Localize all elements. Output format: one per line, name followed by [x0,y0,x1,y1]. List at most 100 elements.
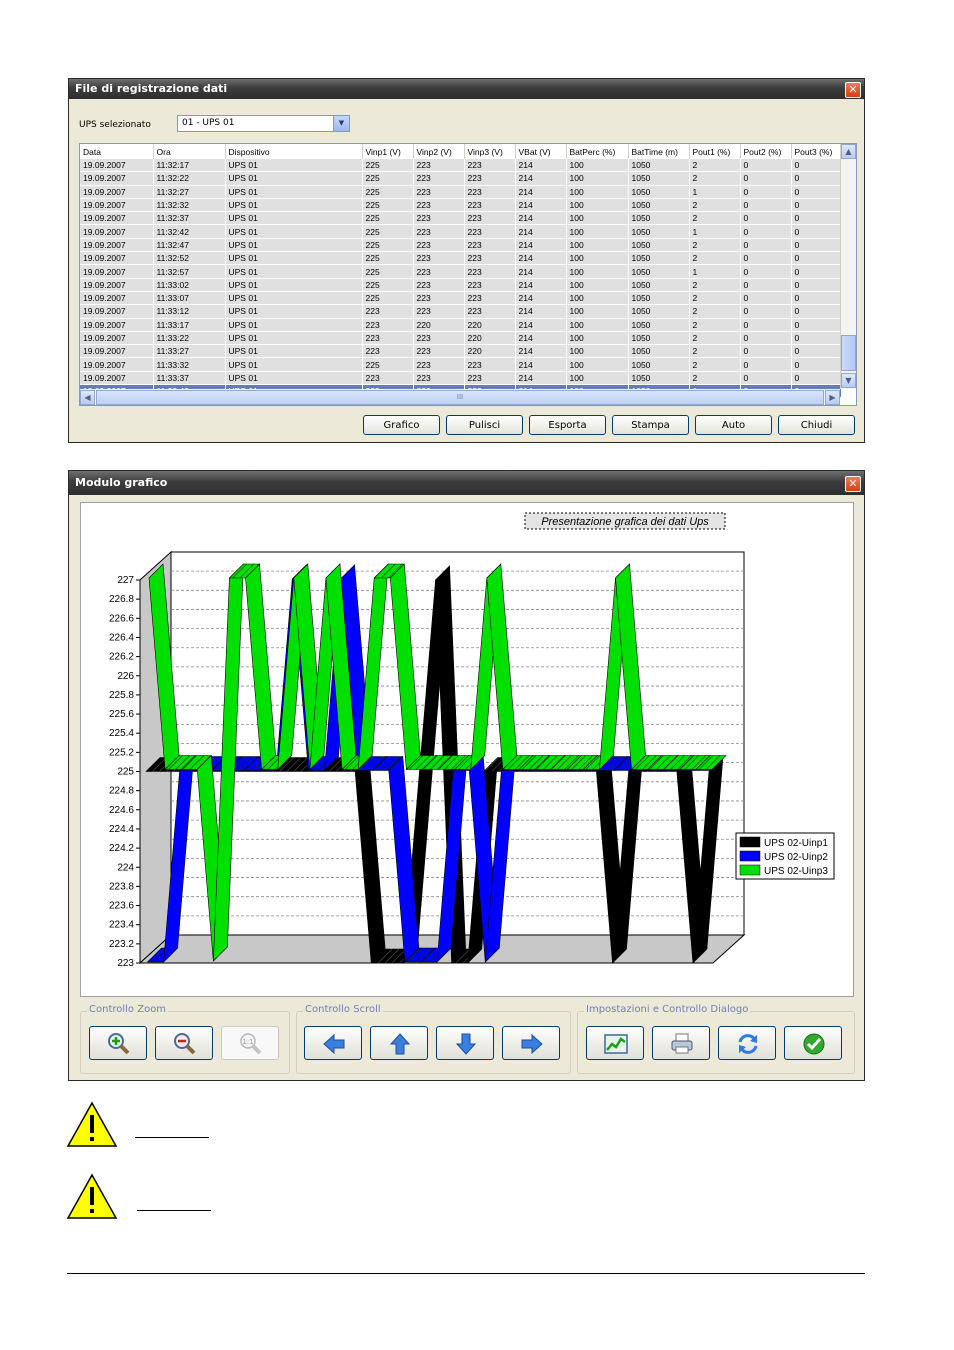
table-cell: 19.09.2007 [80,171,154,186]
chart-settings-button[interactable] [586,1026,644,1060]
auto-button[interactable]: Auto [695,415,772,435]
column-header[interactable]: Data [80,144,154,159]
table-cell: 225 [362,251,414,266]
table-cell: 223 [413,264,465,279]
table-cell: 1 [689,185,741,199]
column-header[interactable]: Pout1 (%) [689,144,741,159]
scroll-thumb[interactable] [841,335,856,371]
column-header[interactable]: Vinp3 (V) [464,144,516,159]
stampa-button[interactable]: Stampa [612,415,689,435]
zoom-in-button[interactable] [89,1026,147,1060]
scroll-up-button[interactable] [370,1026,428,1060]
table-row[interactable]: 19.09.2007 11:32:57 UPS 01 225 223 223 214 100 1… [80,264,842,279]
grafico-button[interactable]: Grafico [363,415,440,435]
chevron-down-icon[interactable]: ▼ [333,116,349,131]
column-header[interactable]: Dispositivo [225,144,363,159]
scroll-left-button[interactable] [304,1026,362,1060]
legend-label: UPS 02-Uinp3 [764,866,828,877]
column-header[interactable]: Pout2 (%) [740,144,792,159]
horizontal-scrollbar[interactable]: ◀ III ▶ [80,389,840,405]
table-cell: 214 [515,264,567,279]
table-cell: 0 [791,171,842,186]
scroll-left-icon[interactable]: ◀ [80,390,95,405]
table-cell: UPS 01 [225,251,363,266]
column-header[interactable]: VBat (V) [515,144,567,159]
table-row[interactable]: 19.09.2007 11:32:22 UPS 01 225 223 223 214 100 1… [80,171,842,186]
pulisci-button[interactable]: Pulisci [446,415,523,435]
table-cell: 11:33:37 [153,371,226,386]
table-cell: 2 [689,291,741,306]
log-window-title: File di registrazione dati [75,82,228,95]
refresh-button[interactable] [718,1026,776,1060]
table-cell: 100 [566,159,629,173]
table-cell: 225 [362,357,414,372]
scroll-right-icon[interactable]: ▶ [825,390,840,405]
zoom-reset-button[interactable]: 1:1 [221,1026,279,1060]
table-cell: 19.09.2007 [80,344,154,359]
scroll-right-button[interactable] [502,1026,560,1060]
vertical-scrollbar[interactable]: ▲ ▼ [840,144,856,389]
column-header[interactable]: Pout3 (%) [791,144,842,159]
scroll-down-icon[interactable]: ▼ [841,373,856,388]
chiudi-button[interactable]: Chiudi [778,415,855,435]
column-header[interactable]: BatPerc (%) [566,144,629,159]
table-row[interactable]: 19.09.2007 11:32:37 UPS 01 225 223 223 214 100 1… [80,211,842,226]
table-cell: 214 [515,357,567,372]
column-header[interactable]: BatTime (m) [628,144,690,159]
table-cell: 2 [689,331,741,346]
table-row[interactable]: 19.09.2007 11:33:12 UPS 01 223 223 223 214 100 1… [80,304,842,319]
table-row[interactable]: 19.09.2007 11:33:02 UPS 01 225 223 223 214 100 1… [80,278,842,292]
table-cell: 214 [515,344,567,359]
table-cell: 100 [566,344,629,359]
table-cell: 19.09.2007 [80,371,154,386]
table-row[interactable]: 19.09.2007 11:32:42 UPS 01 225 223 223 214 100 1… [80,224,842,239]
legend-label: UPS 02-Uinp2 [764,852,828,863]
table-cell: 223 [413,224,465,239]
table-cell: 100 [566,238,629,253]
y-tick-label: 223.2 [109,939,134,950]
zoom-out-button[interactable] [155,1026,213,1060]
table-row[interactable]: 19.09.2007 11:32:27 UPS 01 225 223 223 214 100 1… [80,185,842,199]
table-cell: UPS 01 [225,238,363,253]
table-cell: 223 [464,238,516,253]
table-cell: 0 [740,357,792,372]
log-window-titlebar[interactable]: File di registrazione dati ✕ [69,79,864,99]
ups-select[interactable]: 01 - UPS 01 ▼ [177,115,350,132]
scroll-down-button[interactable] [436,1026,494,1060]
close-icon[interactable]: ✕ [845,476,861,492]
table-row[interactable]: 19.09.2007 11:32:52 UPS 01 225 223 223 214 100 1… [80,251,842,266]
esporta-button[interactable]: Esporta [529,415,606,435]
zoom-reset-icon: 1:1 [240,1033,262,1055]
ok-button[interactable] [784,1026,842,1060]
table-row[interactable]: 19.09.2007 11:32:17 UPS 01 225 223 223 214 100 1… [80,159,842,173]
table-row[interactable]: 19.09.2007 11:33:22 UPS 01 223 223 220 214 100 1… [80,331,842,346]
print-button[interactable] [652,1026,710,1060]
table-row[interactable]: 19.09.2007 11:33:07 UPS 01 225 223 223 214 100 1… [80,291,842,306]
table-cell: 2 [689,238,741,253]
log-table[interactable]: Data Ora Dispositivo Vinp1 (V) Vinp2 (V) Vinp… [79,143,857,406]
table-cell: UPS 01 [225,318,363,332]
arrow-right-icon [521,1033,543,1055]
table-row[interactable]: 19.09.2007 11:33:32 UPS 01 225 223 223 214 100 1… [80,357,842,372]
y-tick-label: 227 [117,575,134,586]
table-row[interactable]: 19.09.2007 11:33:37 UPS 01 223 223 223 214 100 1… [80,371,842,386]
table-row[interactable]: 19.09.2007 11:32:47 UPS 01 225 223 223 214 100 1… [80,238,842,253]
close-icon[interactable]: ✕ [845,82,861,98]
table-cell: 223 [413,171,465,186]
table-cell: 19.09.2007 [80,238,154,253]
column-header[interactable]: Vinp1 (V) [362,144,414,159]
column-header[interactable]: Ora [153,144,226,159]
hscroll-thumb[interactable]: III [96,390,824,405]
column-header[interactable]: Vinp2 (V) [413,144,465,159]
table-row[interactable]: 19.09.2007 11:32:32 UPS 01 225 223 223 214 100 1… [80,198,842,213]
table-cell: 19.09.2007 [80,211,154,226]
table-row[interactable]: 19.09.2007 11:33:27 UPS 01 223 223 220 214 100 1… [80,344,842,359]
graph-window-titlebar[interactable]: Modulo grafico ✕ [69,471,864,495]
scroll-up-icon[interactable]: ▲ [841,144,856,159]
table-cell: 11:32:42 [153,224,226,239]
table-row[interactable]: 19.09.2007 11:33:17 UPS 01 223 220 220 214 100 1… [80,318,842,332]
table-cell: 11:33:02 [153,278,226,292]
table-cell: 19.09.2007 [80,291,154,306]
legend-swatch [739,864,761,876]
warning-underline [135,1137,209,1138]
